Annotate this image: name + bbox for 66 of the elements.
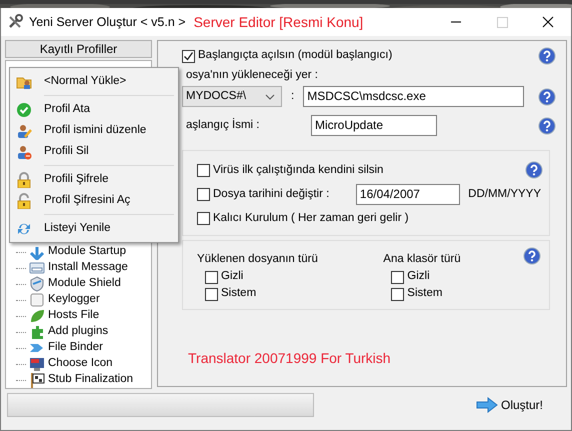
menu-item[interactable]: Profili Şifrele [44, 170, 109, 188]
menu-item[interactable]: <Normal Yükle> [44, 72, 126, 90]
tree-item[interactable]: Stub Finalization [48, 371, 134, 389]
field-label: osya'nın yükleneceği yer : [186, 69, 318, 81]
message-icon [29, 260, 45, 276]
checkbox[interactable] [182, 50, 195, 62]
help-icon[interactable] [538, 88, 556, 106]
tree-item[interactable]: Add plugins [48, 323, 108, 341]
help-icon[interactable] [538, 47, 556, 65]
field-label: aşlangıç İsmi : [186, 117, 260, 134]
menu-item[interactable]: Listeyi Yenile [44, 220, 110, 238]
menu-item[interactable]: Profil ismini düzenle [44, 122, 146, 140]
checkbox-label: Dosya tarihini değiştir : [213, 186, 330, 202]
checkbox-label: Başlangıçta açılsın (modül başlangıcı) [198, 48, 392, 64]
checkbox[interactable] [205, 270, 218, 284]
menu-item[interactable]: Profil Ata [44, 100, 90, 118]
credit-text: Translator 20071999 For Turkish [188, 348, 392, 368]
help-icon[interactable] [523, 247, 541, 266]
tree-item[interactable]: Module Shield [48, 275, 121, 293]
window-title: Yeni Server Oluştur < v5.n > [29, 14, 186, 31]
arrow-icon [29, 244, 45, 260]
user-remove-icon [16, 144, 32, 160]
puzzle-icon [29, 324, 45, 340]
tree-item[interactable]: File Binder [48, 339, 103, 357]
tools-icon [7, 14, 23, 30]
checkbox[interactable] [197, 188, 210, 201]
tree-item[interactable]: Module Startup [48, 243, 126, 261]
menu-item[interactable]: Profili Sil [44, 142, 89, 160]
build-button[interactable]: Oluştur! [472, 393, 547, 417]
user-edit-icon [16, 122, 32, 138]
checkbox[interactable] [205, 288, 218, 300]
tree-item[interactable]: Keylogger [48, 291, 100, 309]
checkbox[interactable] [391, 288, 404, 300]
help-icon[interactable] [525, 161, 543, 180]
path-field[interactable]: MSDCSC\msdcsc.exe [303, 86, 524, 108]
folder-dropdown[interactable]: MYDOCS#\ [182, 86, 282, 108]
window-subtitle: Server Editor [Resmi Konu] [194, 12, 364, 32]
checkbox-label: Sistem [221, 286, 256, 302]
tree-item[interactable]: Hosts File [48, 307, 100, 325]
format-hint: DD/MM/YYYY [468, 186, 541, 202]
tree-item[interactable]: Choose Icon [48, 355, 113, 373]
separator-label: : [291, 89, 294, 104]
checkbox-label: Kalıcı Kurulum ( Her zaman geri gelir ) [213, 210, 409, 226]
arrow-icon [476, 397, 498, 413]
shield-icon [29, 276, 45, 292]
checkbox-label: Gizli [221, 269, 244, 284]
lock-icon [16, 172, 32, 188]
checkbox[interactable] [197, 212, 210, 225]
leaf-icon [29, 308, 45, 324]
unlock-icon [16, 192, 32, 208]
checkbox[interactable] [197, 164, 210, 177]
chevron-icon [265, 94, 275, 100]
tree-item[interactable]: Install Message [48, 259, 128, 277]
name-field[interactable]: MicroUpdate [311, 115, 437, 136]
help-icon[interactable] [538, 116, 556, 135]
menu-item[interactable]: Profil Şifresini Aç [44, 192, 130, 210]
checkbox-label: Virüs ilk çalıştığında kendini silsin [213, 162, 384, 178]
check-icon [16, 102, 32, 118]
checkbox-label: Sistem [407, 286, 442, 302]
monitor-icon [29, 356, 45, 372]
checkbox[interactable] [391, 270, 404, 284]
checkbox-label: Gizli [407, 269, 430, 284]
date-field[interactable]: 16/04/2007 [356, 184, 460, 205]
group-label: Ana klasör türü [383, 252, 462, 268]
tab[interactable]: Kayıtlı Profiller [5, 40, 152, 58]
group-label: Yüklenen dosyanın türü [197, 252, 319, 268]
